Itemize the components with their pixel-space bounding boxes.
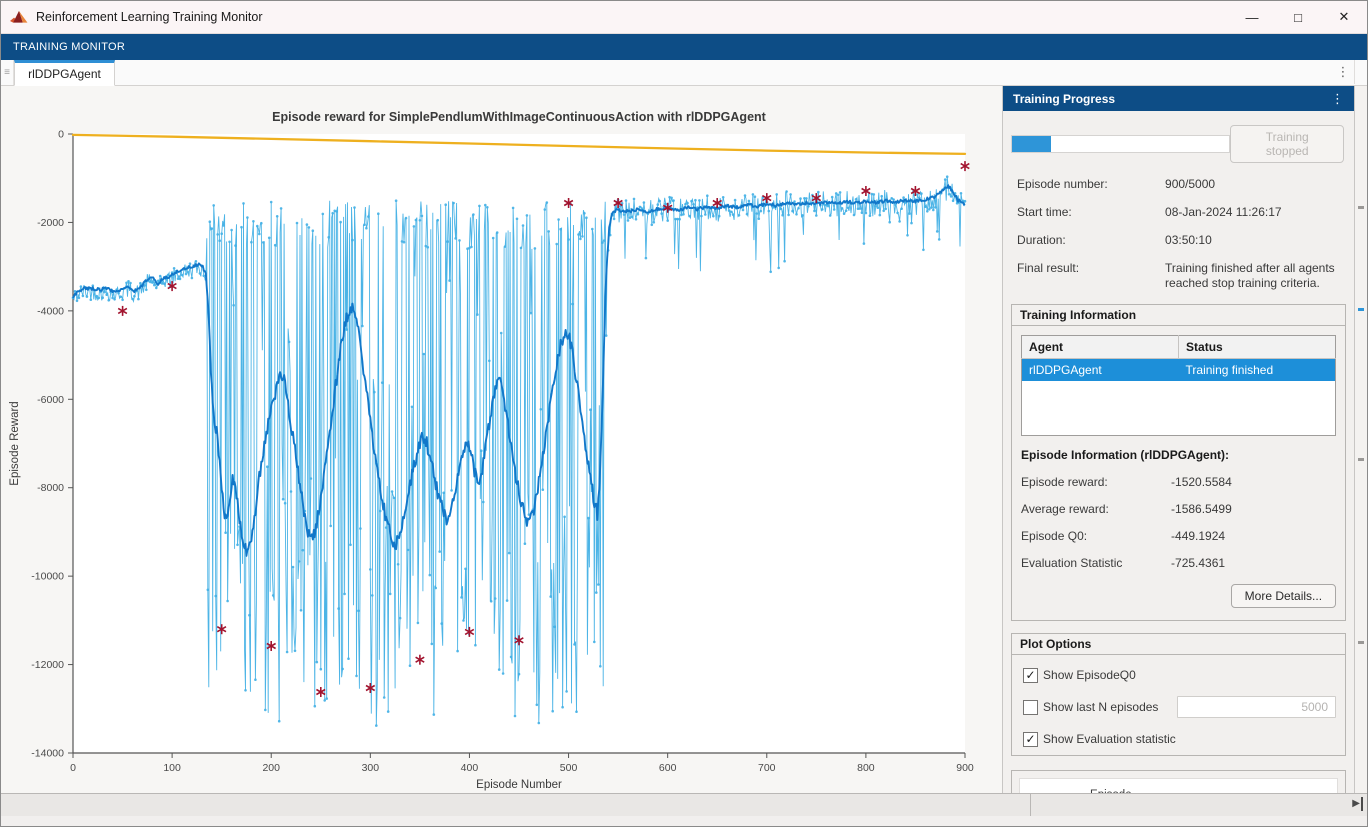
plot-options-group: Plot Options ✓ Show EpisodeQ0 Show last … [1011, 633, 1346, 756]
episode-number-label: Episode number: [1017, 177, 1165, 192]
figure-panel: Episode reward for SimplePendlumWithImag… [1, 86, 1003, 793]
episode-q0-label: Episode Q0: [1021, 529, 1171, 543]
svg-text:-2000: -2000 [37, 217, 64, 229]
svg-text:-4000: -4000 [37, 305, 64, 317]
close-button[interactable]: ✕ [1321, 1, 1367, 33]
evaluation-statistic-value: -725.4361 [1171, 556, 1225, 570]
maximize-button[interactable]: □ [1275, 1, 1321, 33]
svg-text:900: 900 [956, 762, 974, 774]
legend-item-episode-reward: Episode reward [1026, 789, 1145, 793]
panel-overflow-menu-icon[interactable]: ⋮ [1321, 91, 1354, 107]
svg-text:600: 600 [659, 762, 677, 774]
svg-text:-6000: -6000 [37, 394, 64, 406]
training-stopped-button[interactable]: Training stopped [1230, 125, 1344, 163]
final-result-label: Final result: [1017, 261, 1165, 291]
ribbon-tab-training-monitor[interactable]: TRAINING MONITOR [1, 34, 137, 60]
svg-text:700: 700 [758, 762, 776, 774]
episode-reward-label: Episode reward: [1021, 475, 1171, 489]
svg-text:100: 100 [163, 762, 181, 774]
start-time-value: 08-Jan-2024 11:26:17 [1165, 205, 1346, 220]
legend-item-episode-q0: Episode Q0 [1149, 789, 1331, 793]
svg-text:200: 200 [262, 762, 280, 774]
svg-text:Episode Number: Episode Number [476, 779, 562, 791]
svg-text:-8000: -8000 [37, 482, 64, 494]
table-empty-area [1022, 381, 1336, 436]
agent-column-header: Agent [1022, 336, 1179, 359]
show-evaluation-statistic-checkbox[interactable]: ✓ [1023, 732, 1038, 747]
svg-text:300: 300 [362, 762, 380, 774]
panel-header: Training Progress ⋮ [1003, 86, 1354, 111]
titlebar: Reinforcement Learning Training Monitor … [1, 1, 1367, 34]
agents-table: Agent Status rlDDPGAgent Training finish… [1021, 335, 1336, 436]
bottom-scrollbar-right[interactable]: ▶ [1031, 794, 1367, 816]
bottom-scrollbar-left[interactable] [1, 794, 1031, 816]
status-cell: Training finished [1179, 359, 1336, 382]
svg-text:500: 500 [560, 762, 578, 774]
episode-number-value: 900/5000 [1165, 177, 1346, 192]
show-last-n-episodes-checkbox[interactable] [1023, 700, 1038, 715]
bottom-filler [1, 816, 1367, 827]
scroll-mark [1358, 641, 1364, 644]
minimize-button[interactable]: — [1229, 1, 1275, 33]
svg-text:Episode reward for SimplePendl: Episode reward for SimplePendlumWithImag… [272, 110, 767, 124]
app-window: Reinforcement Learning Training Monitor … [0, 0, 1368, 827]
episode-information-title: Episode Information (rlDDPGAgent): [1021, 448, 1336, 462]
vertical-scrollbar[interactable] [1354, 86, 1367, 793]
ribbon: TRAINING MONITOR [1, 34, 1367, 60]
show-episodeq0-checkbox[interactable]: ✓ [1023, 668, 1038, 683]
episode-reward-chart: Episode reward for SimplePendlumWithImag… [1, 86, 1005, 793]
scroll-mark [1358, 458, 1364, 461]
duration-value: 03:50:10 [1165, 233, 1346, 248]
episode-q0-value: -449.1924 [1171, 529, 1225, 543]
table-row-rlddpgagent[interactable]: rlDDPGAgent Training finished [1022, 359, 1336, 382]
svg-text:-10000: -10000 [31, 571, 64, 583]
plot-options-title: Plot Options [1012, 634, 1345, 655]
bottom-scrollbar-strip: ▶ [1, 793, 1367, 816]
svg-text:-12000: -12000 [31, 659, 64, 671]
final-result-value: Training finished after all agents reach… [1165, 261, 1346, 291]
progress-fill [1012, 136, 1051, 152]
average-reward-label: Average reward: [1021, 502, 1171, 516]
scroll-mark [1358, 308, 1364, 311]
training-progress-panel: Training Progress ⋮ Training stopped Epi… [1003, 86, 1354, 793]
duration-label: Duration: [1017, 233, 1165, 248]
svg-text:0: 0 [70, 762, 76, 774]
last-n-episodes-input[interactable] [1177, 696, 1336, 718]
more-details-button[interactable]: More Details... [1231, 584, 1336, 608]
average-reward-value: -1586.5499 [1171, 502, 1232, 516]
show-evaluation-statistic-label: Show Evaluation statistic [1043, 732, 1176, 746]
svg-text:0: 0 [58, 129, 64, 141]
status-column-header: Status [1179, 336, 1336, 359]
document-tabstrip: ≡ rlDDPGAgent ⋮ [1, 60, 1367, 86]
evaluation-statistic-label: Evaluation Statistic [1021, 556, 1171, 570]
svg-text:Episode Reward: Episode Reward [9, 401, 21, 485]
training-progress-bar [1011, 135, 1230, 153]
training-information-group: Training Information Agent Status [1011, 304, 1346, 621]
svg-text:400: 400 [461, 762, 479, 774]
matlab-logo-icon [10, 8, 28, 26]
show-episodeq0-label: Show EpisodeQ0 [1043, 668, 1136, 682]
start-time-label: Start time: [1017, 205, 1165, 220]
legend-box: Episode reward Episode Q0 [1011, 770, 1346, 793]
window-title: Reinforcement Learning Training Monitor [36, 10, 263, 24]
drag-grip-icon[interactable]: ≡ [1, 60, 14, 85]
tab-rlddpgagent[interactable]: rlDDPGAgent [14, 60, 115, 86]
svg-text:800: 800 [857, 762, 875, 774]
skip-right-arrow-icon[interactable]: ▶ [1352, 797, 1363, 811]
tab-overflow-menu-icon[interactable]: ⋮ [1332, 60, 1354, 84]
training-information-title: Training Information [1012, 305, 1345, 326]
episode-reward-value: -1520.5584 [1171, 475, 1232, 489]
show-last-n-episodes-label: Show last N episodes [1043, 700, 1158, 714]
agent-cell: rlDDPGAgent [1022, 359, 1179, 382]
svg-text:-14000: -14000 [31, 748, 64, 760]
panel-title: Training Progress [1003, 92, 1115, 106]
scroll-mark [1358, 206, 1364, 209]
tabstrip-endcap [1354, 60, 1367, 84]
